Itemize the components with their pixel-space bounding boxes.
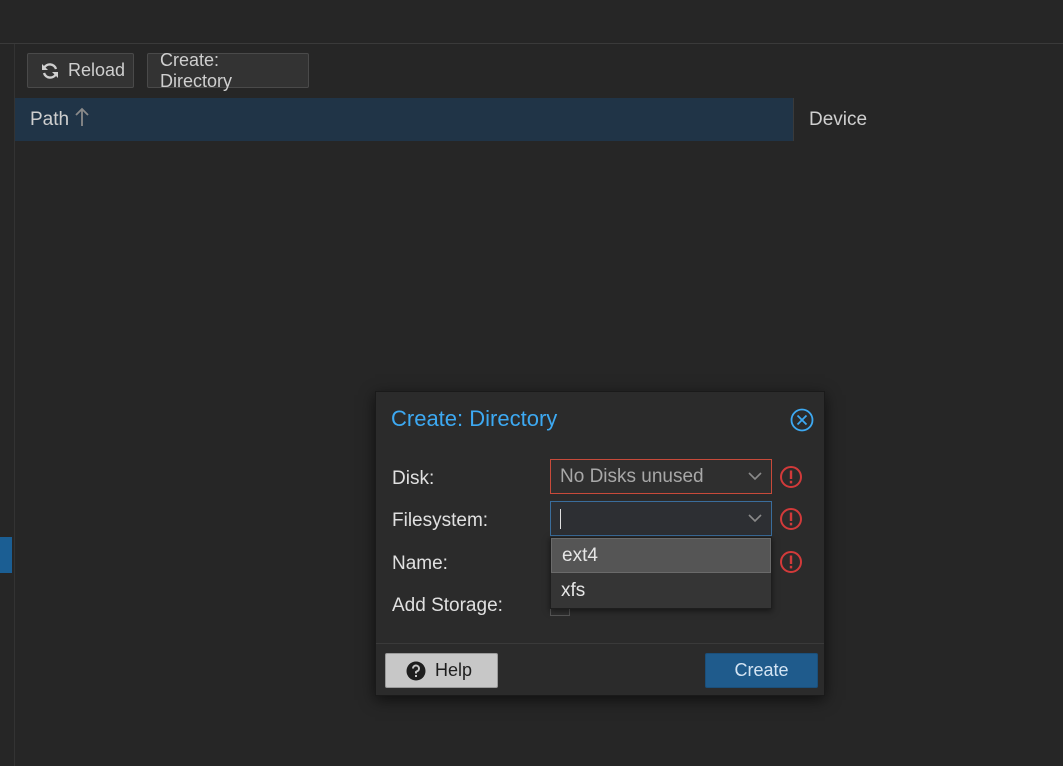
- dialog-footer-divider: [376, 643, 824, 644]
- reload-button[interactable]: Reload: [27, 53, 134, 88]
- reload-label: Reload: [68, 60, 126, 80]
- help-label: Help: [435, 660, 473, 680]
- create-directory-dialog: Create: Directory Disk: No Disks unused …: [375, 391, 825, 696]
- top-bar: [0, 0, 1063, 44]
- column-path-label: Path: [30, 108, 70, 130]
- filesystem-option-xfs[interactable]: xfs: [551, 573, 771, 608]
- column-device-label: Device: [809, 108, 868, 130]
- disk-select[interactable]: No Disks unused: [550, 459, 772, 494]
- help-button[interactable]: Help: [385, 653, 498, 688]
- column-header-path[interactable]: Path: [15, 98, 793, 141]
- disk-select-value: No Disks unused: [560, 465, 704, 487]
- create-button[interactable]: Create: [705, 653, 818, 688]
- disk-label: Disk:: [392, 468, 435, 489]
- filesystem-label: Filesystem:: [392, 510, 489, 531]
- disk-error-icon: [780, 466, 802, 488]
- left-nav-edge: [0, 44, 15, 766]
- left-nav-selected-item[interactable]: [0, 537, 12, 573]
- filesystem-option-ext4[interactable]: ext4: [551, 538, 771, 573]
- name-label: Name:: [392, 553, 448, 574]
- name-error-icon: [780, 551, 802, 573]
- filesystem-dropdown-list: ext4 xfs: [550, 537, 772, 609]
- filesystem-select[interactable]: [550, 501, 772, 536]
- grid-header: Path Device: [15, 98, 1063, 141]
- create-directory-label: Create: Directory: [160, 49, 233, 91]
- close-icon[interactable]: [790, 408, 814, 432]
- chevron-down-icon[interactable]: [747, 468, 763, 484]
- refresh-icon: [40, 60, 60, 82]
- question-circle-icon: [406, 661, 426, 680]
- dialog-title: Create: Directory: [391, 406, 558, 431]
- create-label: Create: [734, 660, 789, 680]
- add-storage-label: Add Storage:: [392, 595, 503, 616]
- create-directory-button[interactable]: Create: Directory: [147, 50, 309, 91]
- column-header-device[interactable]: Device: [793, 98, 1063, 141]
- chevron-down-icon[interactable]: [747, 510, 763, 526]
- text-cursor: [560, 508, 561, 529]
- filesystem-error-icon: [780, 508, 802, 530]
- arrow-up-icon: [75, 107, 89, 133]
